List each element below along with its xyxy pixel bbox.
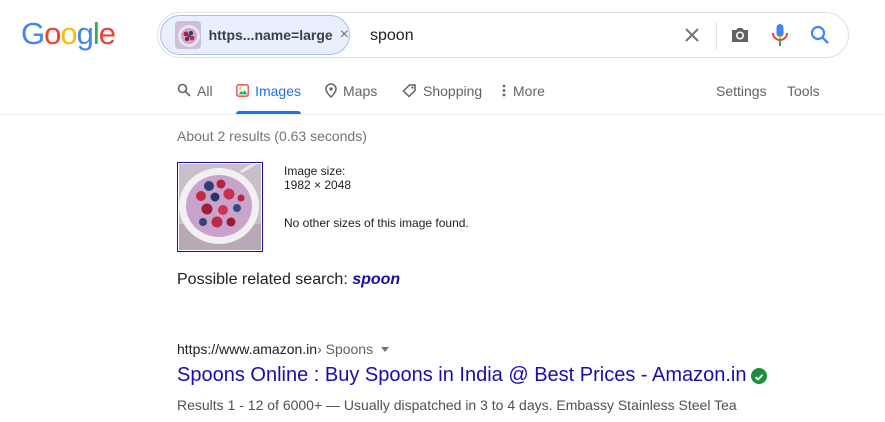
- tab-shopping[interactable]: Shopping: [402, 78, 482, 114]
- other-sizes-note: No other sizes of this image found.: [284, 216, 469, 230]
- chip-close-icon[interactable]: ×: [340, 26, 349, 44]
- logo-letter: G: [21, 16, 45, 51]
- settings-link[interactable]: Settings: [716, 83, 767, 99]
- result-domain: https://www.amazon.in: [177, 341, 318, 357]
- tab-more-label: More: [513, 83, 545, 99]
- image-search-chip[interactable]: https...name=large ×: [160, 15, 350, 55]
- related-search: Possible related search: spoon: [177, 271, 400, 289]
- smoothie-bowl-image: [179, 164, 261, 250]
- more-vert-icon: [502, 84, 506, 97]
- search-small-icon: [177, 83, 191, 97]
- result-title-text: Spoons Online : Buy Spoons in India @ Be…: [177, 364, 747, 386]
- tab-maps[interactable]: Maps: [325, 78, 377, 114]
- search-box: https...name=large ×: [157, 12, 849, 58]
- tab-all[interactable]: All: [177, 78, 213, 114]
- image-size-value: 1982 × 2048: [284, 178, 352, 192]
- tools-link[interactable]: Tools: [787, 83, 820, 99]
- mic-icon[interactable]: [768, 22, 792, 48]
- tag-icon: [402, 84, 416, 98]
- logo-letter: o: [44, 16, 61, 51]
- query-image-thumbnail[interactable]: [177, 162, 263, 252]
- verified-check-icon: [750, 367, 767, 384]
- related-search-link[interactable]: spoon: [352, 271, 400, 288]
- tab-more[interactable]: More: [501, 78, 545, 114]
- result-snippet: Results 1 - 12 of 6000+ — Usually dispat…: [177, 397, 737, 413]
- header-divider: [0, 114, 885, 115]
- map-pin-icon: [325, 83, 337, 98]
- camera-icon[interactable]: [728, 23, 752, 47]
- chip-label: https...name=large: [208, 27, 333, 43]
- image-info: Image size: 1982 × 2048 No other sizes o…: [284, 164, 469, 230]
- related-search-prefix: Possible related search:: [177, 271, 353, 288]
- result-url: https://www.amazon.in › Spoons: [177, 341, 390, 357]
- tab-images[interactable]: Images: [236, 78, 301, 114]
- tab-shopping-label: Shopping: [423, 83, 483, 99]
- result-menu-caret-icon[interactable]: [381, 346, 390, 352]
- chip-thumbnail: [175, 21, 201, 49]
- logo-letter: e: [98, 16, 116, 51]
- tab-all-label: All: [197, 83, 213, 99]
- logo-letter: o: [60, 16, 77, 51]
- clear-icon[interactable]: [680, 23, 704, 47]
- result-breadcrumb: › Spoons: [317, 341, 374, 357]
- search-divider: [716, 22, 717, 50]
- image-size-label: Image size:: [284, 164, 346, 178]
- logo-letter: g: [76, 16, 94, 51]
- google-logo[interactable]: Google: [21, 16, 116, 52]
- tab-images-label: Images: [255, 83, 301, 99]
- search-input[interactable]: [370, 25, 670, 47]
- result-stats: About 2 results (0.63 seconds): [177, 128, 367, 144]
- image-icon: [236, 84, 249, 97]
- tab-maps-label: Maps: [343, 83, 378, 99]
- search-icon[interactable]: [808, 23, 832, 47]
- result-title-link[interactable]: Spoons Online : Buy Spoons in India @ Be…: [177, 364, 767, 387]
